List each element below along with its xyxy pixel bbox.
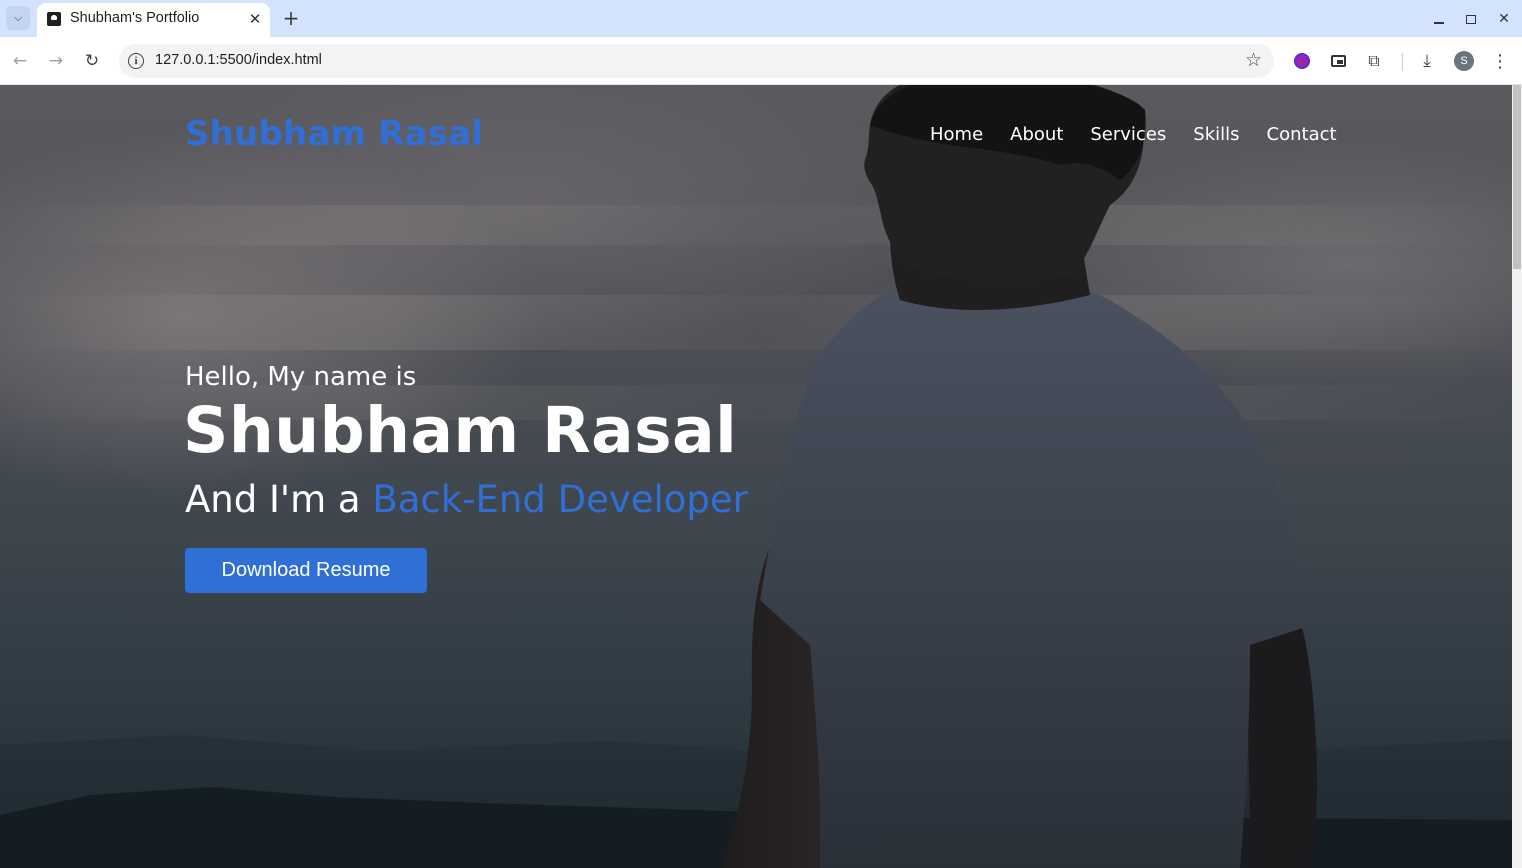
favicon-icon bbox=[47, 12, 61, 26]
extensions-button[interactable]: ⧉ bbox=[1362, 49, 1386, 73]
extension-button[interactable] bbox=[1290, 49, 1314, 73]
close-icon: ✕ bbox=[1498, 11, 1510, 27]
back-button[interactable]: ← bbox=[7, 48, 33, 74]
hero-greeting: Hello, My name is bbox=[185, 362, 417, 392]
tab-strip: ⌵ Shubham's Portfolio ✕ + ✕ bbox=[0, 0, 1522, 37]
page-viewport: Shubham Rasal Home About Services Skills… bbox=[0, 85, 1512, 868]
browser-toolbar: ← → ↻ i 127.0.0.1:5500/index.html ☆ ⧉ ⤓ … bbox=[0, 37, 1522, 85]
nav-link-services[interactable]: Services bbox=[1090, 124, 1166, 145]
restore-button[interactable] bbox=[1460, 8, 1482, 30]
url-text[interactable]: 127.0.0.1:5500/index.html bbox=[155, 52, 322, 68]
profile-button[interactable]: S bbox=[1452, 49, 1476, 73]
toolbar-divider bbox=[1402, 53, 1403, 71]
download-icon: ⤓ bbox=[1423, 51, 1431, 71]
site-logo[interactable]: Shubham Rasal bbox=[185, 114, 483, 154]
reload-button[interactable]: ↻ bbox=[79, 48, 105, 74]
extension-icon bbox=[1294, 53, 1310, 69]
minimize-button[interactable] bbox=[1428, 8, 1450, 30]
arrow-left-icon: ← bbox=[12, 51, 28, 71]
star-icon[interactable]: ☆ bbox=[1245, 49, 1262, 71]
hero-role-title: Back-End Developer bbox=[372, 478, 748, 521]
portfolio-site: Shubham Rasal Home About Services Skills… bbox=[0, 85, 1512, 868]
restore-icon bbox=[1466, 14, 1476, 24]
arrow-right-icon: → bbox=[48, 51, 64, 71]
puzzle-icon: ⧉ bbox=[1368, 51, 1380, 70]
chevron-down-icon: ⌵ bbox=[13, 11, 23, 24]
nav-link-skills[interactable]: Skills bbox=[1193, 124, 1239, 145]
scrollbar-thumb[interactable] bbox=[1513, 85, 1521, 269]
close-window-button[interactable]: ✕ bbox=[1493, 8, 1515, 30]
reload-icon: ↻ bbox=[84, 51, 100, 71]
forward-button[interactable]: → bbox=[43, 48, 69, 74]
nav-link-home[interactable]: Home bbox=[930, 124, 983, 145]
info-icon[interactable]: i bbox=[128, 53, 144, 69]
tab-title: Shubham's Portfolio bbox=[70, 10, 200, 26]
download-resume-button[interactable]: Download Resume bbox=[185, 548, 427, 593]
picture-in-picture-button[interactable] bbox=[1326, 49, 1350, 73]
nav-link-contact[interactable]: Contact bbox=[1267, 124, 1337, 145]
plus-icon: + bbox=[282, 6, 300, 30]
downloads-button[interactable]: ⤓ bbox=[1415, 49, 1439, 73]
nav-link-about[interactable]: About bbox=[1010, 124, 1063, 145]
hero-role-prefix: And I'm a bbox=[185, 478, 373, 521]
avatar: S bbox=[1454, 51, 1474, 71]
browser-menu-button[interactable]: ⋮ bbox=[1488, 49, 1512, 73]
site-nav: Home About Services Skills Contact bbox=[930, 124, 1364, 145]
hero-role: And I'm a Back-End Developer bbox=[185, 478, 748, 521]
close-icon[interactable]: ✕ bbox=[244, 8, 266, 30]
address-bar[interactable]: i 127.0.0.1:5500/index.html ☆ bbox=[119, 44, 1274, 78]
minimize-icon bbox=[1434, 22, 1444, 24]
active-tab[interactable]: Shubham's Portfolio ✕ bbox=[37, 3, 270, 37]
tab-search-button[interactable]: ⌵ bbox=[6, 6, 30, 30]
new-tab-button[interactable]: + bbox=[279, 6, 303, 30]
page-scrollbar[interactable] bbox=[1512, 85, 1522, 868]
kebab-menu-icon: ⋮ bbox=[1491, 50, 1509, 72]
picture-in-picture-icon bbox=[1330, 55, 1346, 67]
hero-name: Shubham Rasal bbox=[183, 394, 738, 467]
